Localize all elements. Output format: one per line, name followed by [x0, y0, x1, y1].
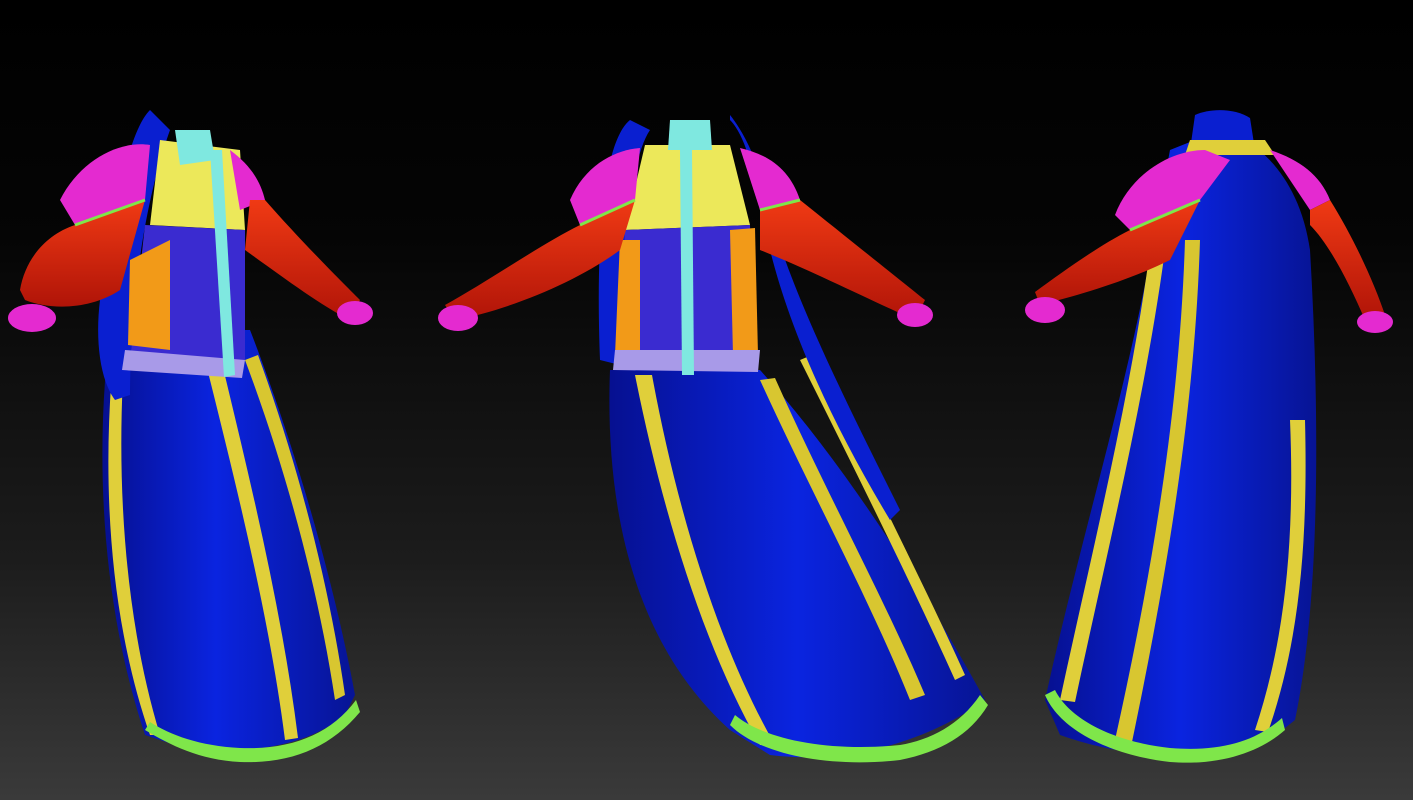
sleeve [760, 200, 925, 320]
cuff [1025, 297, 1065, 323]
collar [668, 120, 712, 150]
sleeve [245, 200, 360, 320]
garment-view-front-three-quarter [0, 0, 400, 800]
cuff [337, 301, 373, 325]
garment-view-front [430, 0, 1000, 800]
render-viewport [0, 0, 1413, 800]
garment-render-2 [438, 115, 988, 763]
cuff [8, 304, 56, 332]
shoulder-yoke [740, 148, 800, 210]
garment-render-3 [1025, 110, 1393, 763]
cuff [1357, 311, 1393, 333]
sleeve [1310, 200, 1385, 320]
garment-render-1 [8, 110, 373, 763]
zipper [680, 150, 694, 375]
collar [175, 130, 215, 165]
garment-view-back-three-quarter [1020, 0, 1413, 800]
cuff [897, 303, 933, 327]
cuff [438, 305, 478, 331]
vest-side-orange [730, 228, 758, 355]
